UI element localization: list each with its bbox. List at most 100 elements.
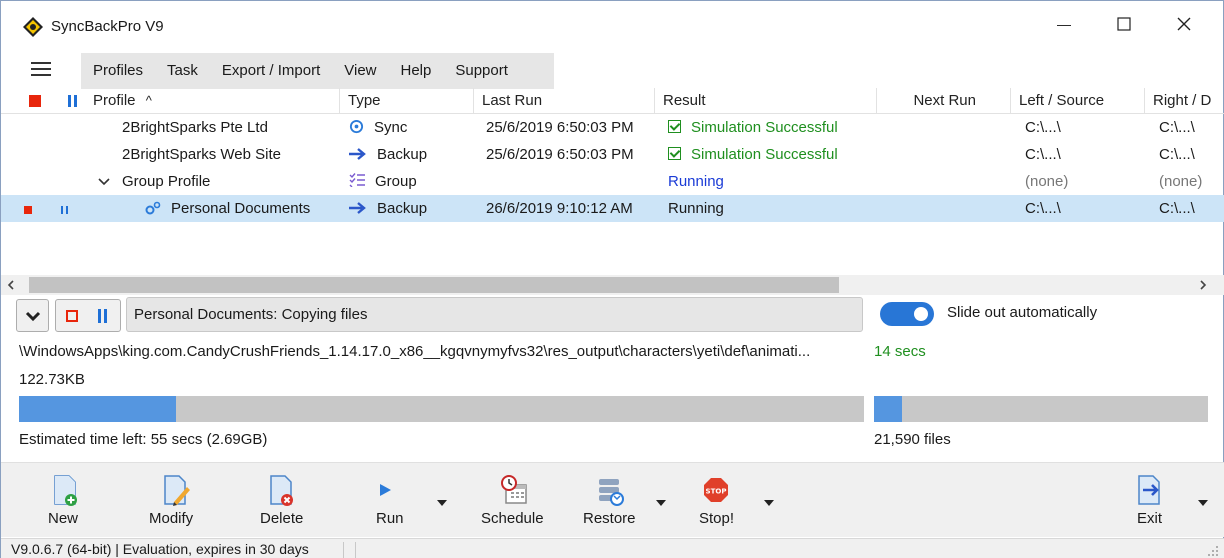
exit-label: Exit [1137,510,1163,527]
status-divider [343,542,344,558]
exit-dropdown-icon[interactable] [1198,500,1208,506]
menu-task[interactable]: Task [155,53,210,89]
toolbar: New Modify Delete Run Schedule Restore S… [1,462,1224,537]
slide-out-toggle[interactable] [880,302,934,326]
schedule-button[interactable]: Schedule [476,463,556,538]
sort-ascending-icon: ^ [145,93,152,108]
row-right-dest: C:\...\ [1159,146,1195,163]
progress-status-text: Personal Documents: Copying files [126,297,863,332]
row-profile-name: 2BrightSparks Pte Ltd [122,119,268,136]
elapsed-time: 14 secs [874,343,926,360]
column-result[interactable]: Result [655,88,877,114]
new-button[interactable]: New [31,463,97,538]
row-profile-name: Group Profile [122,173,211,190]
row-left-source: (none) [1025,173,1069,190]
exit-button[interactable]: Exit [1123,463,1218,538]
maximize-button[interactable] [1094,1,1154,47]
row-type: Backup [349,141,427,168]
scroll-left-icon[interactable] [7,280,15,290]
run-button[interactable]: Run [363,463,453,538]
overall-progress-fill [19,396,177,422]
chevron-down-icon[interactable] [98,177,110,187]
row-left-source: C:\...\ [1025,200,1061,217]
version-status: V9.0.6.7 (64-bit) | Evaluation, expires … [11,541,309,557]
row-left-source: C:\...\ [1025,119,1061,136]
delete-button[interactable]: Delete [251,463,317,538]
horizontal-scrollbar[interactable] [1,275,1224,295]
exit-icon [1138,475,1160,505]
column-next-run[interactable]: Next Run [877,88,1011,114]
collapse-panel-button[interactable] [16,299,49,332]
pause-profile-icon[interactable] [61,206,69,214]
row-last-run: 26/6/2019 9:10:12 AM [486,200,633,217]
stop-profile-icon[interactable] [24,206,32,214]
modify-button[interactable]: Modify [141,463,211,538]
row-result: Simulation Successful [668,141,838,168]
scrollbar-thumb[interactable] [29,277,839,293]
run-controls [55,299,121,332]
stop-sign-icon: STOP [704,478,728,502]
hamburger-menu-icon[interactable] [31,62,51,80]
checklist-icon [349,173,365,188]
row-type: Sync [349,114,407,141]
stop-sign-text: STOP [706,488,727,496]
row-right-dest: C:\...\ [1159,119,1195,136]
column-left-source[interactable]: Left / Source [1011,88,1145,114]
row-result-running[interactable]: Running [668,168,724,195]
row-profile-name: 2BrightSparks Web Site [122,146,281,163]
menu-profiles[interactable]: Profiles [81,53,155,89]
row-right-dest: C:\...\ [1159,200,1195,217]
column-last-run[interactable]: Last Run [474,88,655,114]
table-row-selected[interactable]: Personal Documents Backup 26/6/2019 9:10… [1,195,1224,222]
stop-label: Stop! [699,510,735,527]
column-right-dest[interactable]: Right / D [1145,88,1224,114]
row-right-dest: (none) [1159,173,1203,190]
menu-bar: Profiles Task Export / Import View Help … [1,53,1223,89]
sync-icon [349,119,364,134]
menu-view[interactable]: View [332,53,388,89]
stop-button[interactable] [66,310,78,322]
row-type: Group [349,168,417,195]
app-window: SyncBackPro V9 — Profiles Task Export / … [0,0,1224,558]
chevron-down-icon [25,311,40,321]
resize-grip-icon[interactable] [1207,545,1219,557]
estimated-time-left: Estimated time left: 55 secs (2.69GB) [19,431,268,448]
pause-all-icon[interactable] [68,95,78,107]
scroll-right-icon[interactable] [1199,280,1207,290]
pause-button[interactable] [98,309,108,323]
schedule-calendar-icon [501,475,527,504]
modify-label: Modify [149,510,194,527]
new-profile-icon [54,475,77,506]
files-progress-fill [874,396,903,422]
restore-button[interactable]: Restore [577,463,677,538]
current-file-size: 122.73KB [19,371,85,388]
minimize-icon: — [1057,16,1071,32]
stop-dropdown-icon[interactable] [764,500,774,506]
restore-database-icon [599,479,624,506]
menu-support[interactable]: Support [443,53,520,89]
menu-help[interactable]: Help [389,53,444,89]
minimize-button[interactable]: — [1034,1,1094,47]
column-type[interactable]: Type [340,88,474,114]
arrow-right-icon [349,148,366,160]
stop-all-button[interactable]: STOP Stop! [691,463,781,538]
column-profile[interactable]: Profile ^ [85,88,340,114]
profiles-table: Profile ^ Type Last Run Result Next Run … [1,88,1224,276]
row-profile-name: Personal Documents [171,200,311,217]
row-result: Running [668,200,724,217]
close-button[interactable] [1154,1,1214,47]
run-dropdown-icon[interactable] [437,500,447,506]
table-row[interactable]: Group Profile Group Running (none) (none… [1,168,1224,195]
menu-export-import[interactable]: Export / Import [210,53,332,89]
restore-dropdown-icon[interactable] [656,500,666,506]
new-label: New [48,510,79,527]
title-bar: SyncBackPro V9 — [1,1,1223,47]
files-count: 21,590 files [874,431,951,448]
table-header: Profile ^ Type Last Run Result Next Run … [1,88,1224,114]
stop-all-icon[interactable] [29,95,41,107]
table-row[interactable]: 2BrightSparks Web Site Backup 25/6/2019 … [1,141,1224,168]
menu-items: Profiles Task Export / Import View Help … [81,53,554,89]
table-row[interactable]: 2BrightSparks Pte Ltd Sync 25/6/2019 6:5… [1,114,1224,141]
delete-profile-icon [270,475,293,506]
window-title: SyncBackPro V9 [51,18,164,35]
